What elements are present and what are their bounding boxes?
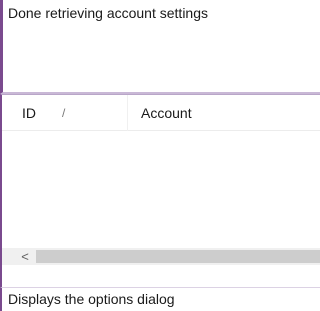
horizontal-scrollbar[interactable]: <: [2, 248, 320, 265]
column-header-account[interactable]: Account: [141, 105, 192, 121]
scrollbar-thumb[interactable]: [36, 250, 320, 263]
column-header-id[interactable]: ID: [22, 105, 36, 121]
log-message: Done retrieving account settings: [8, 5, 208, 21]
status-bar: Displays the options dialog: [0, 287, 320, 311]
column-divider[interactable]: [127, 95, 128, 131]
list-header: ID / Account: [2, 95, 320, 131]
status-text: Displays the options dialog: [8, 291, 175, 307]
scroll-left-icon[interactable]: <: [19, 248, 31, 265]
sort-indicator-icon: /: [62, 106, 66, 120]
log-panel: Done retrieving account settings: [0, 0, 320, 94]
accounts-list[interactable]: ID / Account <: [0, 94, 320, 287]
